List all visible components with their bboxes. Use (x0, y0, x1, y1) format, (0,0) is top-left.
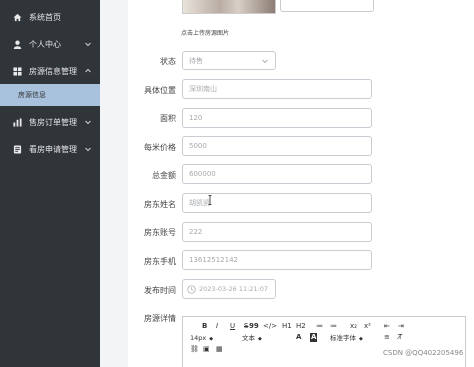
font-size-value: 14px (190, 334, 207, 342)
location-value: 深圳南山 (189, 85, 217, 93)
status-select[interactable]: 待售 (182, 51, 276, 70)
clear-format-icon[interactable]: T̸ (398, 333, 402, 342)
chevron-down-icon (262, 59, 268, 64)
sidebar-subitem-label: 房源信息 (18, 91, 46, 99)
image-icon[interactable]: ▣ (203, 345, 210, 354)
ordered-list-button[interactable]: ≔ (316, 322, 323, 331)
h1-button[interactable]: H1 (282, 322, 292, 331)
owner-account-input[interactable]: 222 (182, 222, 372, 242)
blockquote-button[interactable]: 99 (249, 322, 259, 331)
publish-time-value: 2023-03-26 11:21:07 (199, 285, 269, 293)
doc-icon (12, 144, 22, 154)
sidebar-item-label: 个人中心 (29, 39, 61, 49)
area-input[interactable]: 120 (182, 108, 372, 128)
sidebar-item-viewing-requests[interactable]: 看房申请管理 (0, 136, 100, 162)
chevron-down-icon (85, 42, 91, 47)
publish-time-label: 发布时间 (144, 286, 176, 295)
sidebar-item-home[interactable]: 系统首页 (0, 4, 100, 30)
sidebar-item-sales-orders[interactable]: 售房订单管理 (0, 109, 100, 135)
bar-chart-icon (12, 117, 22, 127)
sidebar-item-label: 房源信息管理 (29, 66, 77, 76)
total-value: 600000 (189, 170, 216, 178)
indent-button[interactable]: ⇥ (398, 322, 404, 331)
underline-button[interactable]: U (230, 322, 235, 331)
text-type-select[interactable]: 文本 ◆ (242, 334, 262, 344)
sidebar-item-house-management[interactable]: 房源信息管理 (0, 58, 100, 84)
unit-price-value: 5000 (189, 142, 207, 150)
area-value: 120 (189, 114, 203, 122)
video-icon[interactable]: ▦ (216, 345, 223, 354)
total-label: 总金额 (152, 171, 176, 180)
dropdown-arrow-icon: ◆ (359, 336, 363, 342)
owner-phone-value: 13612512142 (189, 256, 238, 264)
chevron-down-icon (85, 147, 91, 152)
background-color-icon[interactable]: A (310, 333, 318, 342)
italic-button[interactable]: I (216, 322, 218, 331)
font-family-select[interactable]: 标准字体 ◆ (330, 334, 363, 344)
details-label: 房源详情 (144, 314, 176, 323)
home-icon (12, 12, 22, 22)
sidebar: 系统首页 个人中心 房源信息管理 房源信息 售房订单管理 看房申请管理 (0, 0, 100, 367)
owner-account-value: 222 (189, 228, 203, 236)
sidebar-item-label: 系统首页 (29, 12, 61, 22)
chevron-up-icon (85, 68, 91, 73)
font-size-select[interactable]: 14px ◆ (190, 334, 213, 344)
area-label: 面积 (160, 114, 176, 123)
superscript-button[interactable]: x² (364, 322, 371, 331)
house-image-preview[interactable] (182, 0, 276, 14)
code-block-button[interactable]: </> (263, 322, 277, 331)
total-input[interactable]: 600000 (182, 164, 372, 184)
owner-phone-input[interactable]: 13612512142 (182, 250, 372, 270)
owner-phone-label: 房东手机 (144, 257, 176, 266)
owner-name-label: 房东姓名 (144, 200, 176, 209)
dropdown-arrow-icon: ◆ (258, 336, 262, 342)
text-cursor-icon (208, 195, 212, 205)
bullet-list-button[interactable]: ≔ (330, 322, 337, 331)
text-type-value: 文本 (242, 334, 255, 342)
dropdown-arrow-icon: ◆ (209, 336, 214, 342)
user-icon (12, 39, 22, 49)
sidebar-subitem-house-info[interactable]: 房源信息 (0, 84, 100, 106)
h2-button[interactable]: H2 (296, 322, 306, 331)
location-input[interactable]: 深圳南山 (182, 79, 372, 99)
owner-name-value: 胡凯凯 (189, 199, 210, 207)
status-label: 状态 (160, 57, 176, 66)
bold-button[interactable]: B (202, 322, 207, 331)
unit-price-input[interactable]: 5000 (182, 136, 372, 156)
sidebar-item-label: 看房申请管理 (29, 144, 77, 154)
strike-button[interactable]: S (244, 322, 248, 331)
sidebar-item-label: 售房订单管理 (29, 117, 77, 127)
clock-icon (187, 285, 196, 294)
watermark: CSDN @QQ402205496 (383, 349, 464, 357)
font-color-icon[interactable]: A (296, 333, 301, 342)
publish-time-picker[interactable]: 2023-03-26 11:21:07 (182, 279, 276, 299)
upload-tip[interactable]: 点击上传房源图片 (181, 28, 229, 37)
image-upload-box[interactable] (280, 0, 374, 12)
font-family-value: 标准字体 (330, 334, 356, 342)
outdent-button[interactable]: ⇤ (384, 322, 390, 331)
owner-account-label: 房东账号 (144, 228, 176, 237)
align-icon[interactable]: ≡ (384, 333, 390, 342)
location-label: 具体位置 (144, 86, 176, 95)
subscript-button[interactable]: x₂ (350, 322, 357, 331)
sidebar-item-profile[interactable]: 个人中心 (0, 31, 100, 57)
link-icon[interactable]: ⛓ (190, 345, 199, 354)
grid-icon (12, 66, 22, 76)
status-value: 待售 (189, 56, 203, 65)
rich-text-editor[interactable] (182, 316, 466, 367)
chevron-down-icon (85, 120, 91, 125)
unit-price-label: 每米价格 (144, 143, 176, 152)
